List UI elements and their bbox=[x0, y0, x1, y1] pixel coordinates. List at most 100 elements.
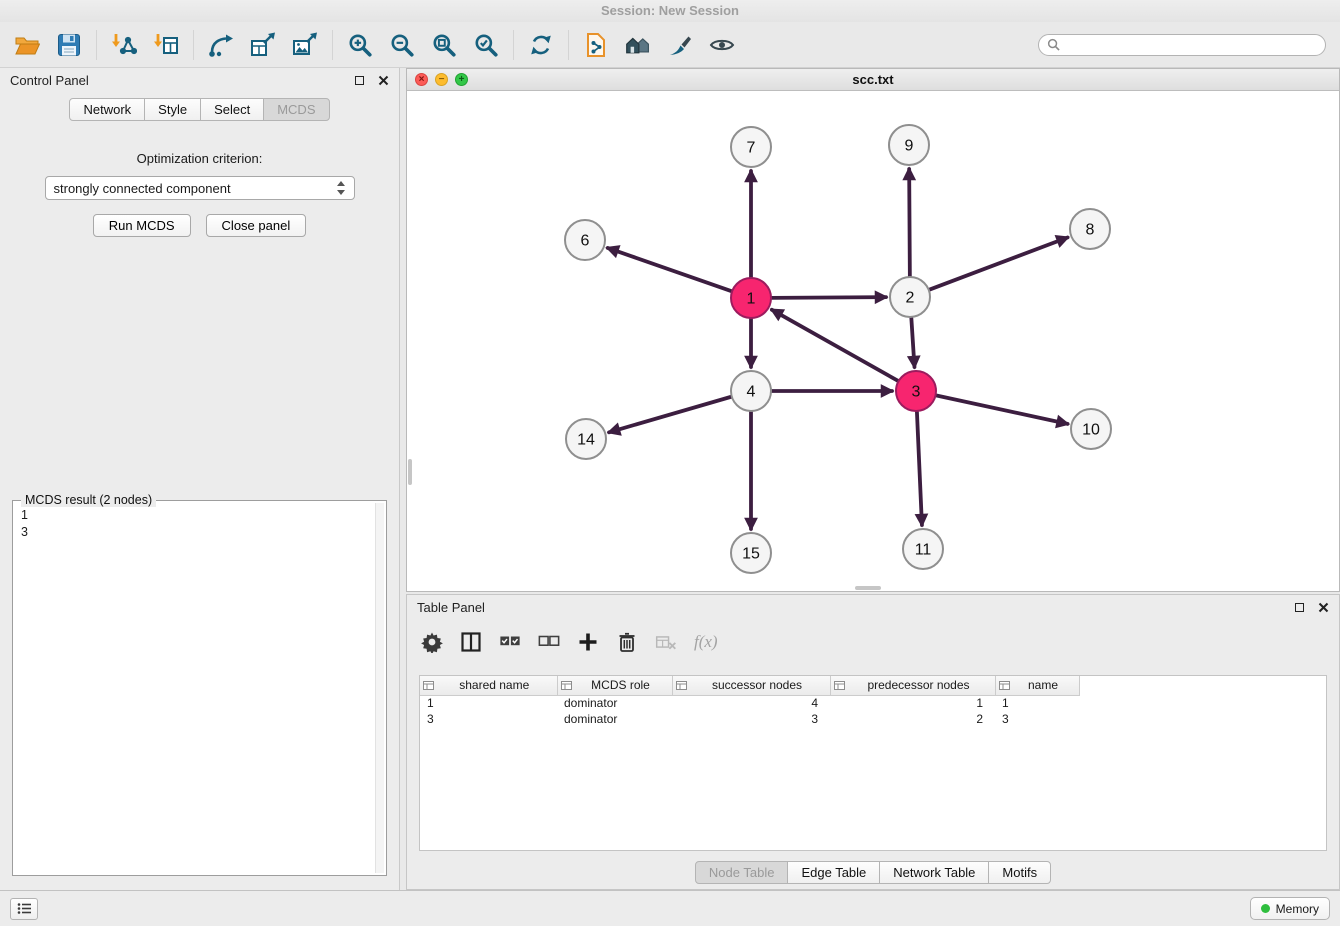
task-history-button[interactable] bbox=[10, 898, 38, 920]
minimize-window-icon[interactable]: − bbox=[435, 73, 448, 86]
tab-select[interactable]: Select bbox=[200, 98, 264, 121]
graph-edge-3-11[interactable] bbox=[917, 412, 922, 525]
eye-icon[interactable] bbox=[709, 32, 735, 58]
column-type-icon bbox=[561, 680, 572, 691]
graph-edge-3-10[interactable] bbox=[937, 395, 1068, 423]
graph-node-8[interactable]: 8 bbox=[1070, 209, 1110, 249]
control-panel-title: Control Panel bbox=[10, 73, 89, 88]
home-icon[interactable] bbox=[625, 32, 651, 58]
float-panel-icon[interactable] bbox=[1295, 603, 1304, 612]
tab-network-table[interactable]: Network Table bbox=[879, 861, 989, 884]
cell-MCDS-role[interactable]: dominator bbox=[557, 711, 672, 727]
column-header-successor-nodes[interactable]: successor nodes bbox=[672, 676, 830, 695]
show-columns-icon[interactable] bbox=[460, 631, 482, 653]
tab-edge-table[interactable]: Edge Table bbox=[787, 861, 880, 884]
tab-mcds[interactable]: MCDS bbox=[263, 98, 329, 121]
save-session-icon[interactable] bbox=[56, 32, 82, 58]
mcds-result-scrollbar[interactable] bbox=[375, 503, 384, 873]
graph-node-3[interactable]: 3 bbox=[896, 371, 936, 411]
mcds-result-title: MCDS result (2 nodes) bbox=[21, 493, 156, 507]
import-network-icon[interactable] bbox=[111, 32, 137, 58]
zoom-in-icon[interactable] bbox=[347, 32, 373, 58]
table-settings-gear-icon[interactable] bbox=[421, 631, 443, 653]
graph-node-10[interactable]: 10 bbox=[1071, 409, 1111, 449]
column-type-icon bbox=[676, 680, 687, 691]
vertical-scrollbar-thumb[interactable] bbox=[408, 459, 412, 485]
export-network-icon[interactable] bbox=[208, 32, 234, 58]
network-document-icon[interactable] bbox=[583, 32, 609, 58]
graph-edge-2-8[interactable] bbox=[930, 237, 1068, 289]
close-panel-icon[interactable] bbox=[378, 75, 389, 86]
tab-node-table[interactable]: Node Table bbox=[695, 861, 789, 884]
column-header-name[interactable]: name bbox=[995, 676, 1079, 695]
close-panel-icon[interactable] bbox=[1318, 602, 1329, 613]
table-row[interactable]: 3dominator323 bbox=[420, 711, 1079, 727]
network-graph[interactable]: 7 9 6 8 1 2 4 3 14 10 15 11 bbox=[407, 91, 1339, 591]
graph-edge-4-14[interactable] bbox=[609, 397, 731, 432]
table-panel-header: Table Panel bbox=[407, 595, 1339, 619]
tab-network[interactable]: Network bbox=[69, 98, 145, 121]
column-type-icon bbox=[423, 680, 434, 691]
graph-node-6[interactable]: 6 bbox=[565, 220, 605, 260]
zoom-fit-icon[interactable] bbox=[431, 32, 457, 58]
delete-column-trash-icon[interactable] bbox=[616, 631, 638, 653]
horizontal-scrollbar-thumb[interactable] bbox=[855, 586, 881, 590]
float-panel-icon[interactable] bbox=[355, 76, 364, 85]
cell-MCDS-role[interactable]: dominator bbox=[557, 695, 672, 711]
zoom-window-icon[interactable]: + bbox=[455, 73, 468, 86]
cell-successor-nodes[interactable]: 3 bbox=[672, 711, 830, 727]
column-header-MCDS-role[interactable]: MCDS role bbox=[557, 676, 672, 695]
close-window-icon[interactable]: × bbox=[415, 73, 428, 86]
graph-node-label: 15 bbox=[742, 546, 760, 563]
search-field[interactable] bbox=[1038, 34, 1326, 56]
close-panel-button[interactable]: Close panel bbox=[206, 214, 307, 237]
apply-layout-icon[interactable] bbox=[528, 32, 554, 58]
graph-node-label: 3 bbox=[912, 384, 921, 401]
graph-edge-2-9[interactable] bbox=[909, 169, 910, 276]
column-header-shared-name[interactable]: shared name bbox=[420, 676, 557, 695]
graph-edge-2-3[interactable] bbox=[911, 318, 914, 367]
graph-node-15[interactable]: 15 bbox=[731, 533, 771, 573]
deselect-all-columns-icon[interactable] bbox=[538, 631, 560, 653]
search-input[interactable] bbox=[1065, 38, 1317, 52]
graph-edge-1-6[interactable] bbox=[608, 248, 732, 291]
graph-node-9[interactable]: 9 bbox=[889, 125, 929, 165]
run-mcds-button[interactable]: Run MCDS bbox=[93, 214, 191, 237]
cell-predecessor-nodes[interactable]: 2 bbox=[830, 711, 995, 727]
graph-node-14[interactable]: 14 bbox=[566, 419, 606, 459]
graph-node-1[interactable]: 1 bbox=[731, 278, 771, 318]
create-column-icon[interactable] bbox=[577, 631, 599, 653]
graph-node-11[interactable]: 11 bbox=[903, 529, 943, 569]
mcds-result-line: 3 bbox=[21, 524, 378, 541]
zoom-selected-icon[interactable] bbox=[473, 32, 499, 58]
graph-node-7[interactable]: 7 bbox=[731, 127, 771, 167]
tab-style[interactable]: Style bbox=[144, 98, 201, 121]
delete-table-icon-disabled bbox=[655, 631, 677, 653]
column-header-predecessor-nodes[interactable]: predecessor nodes bbox=[830, 676, 995, 695]
cell-name[interactable]: 1 bbox=[995, 695, 1079, 711]
cell-successor-nodes[interactable]: 4 bbox=[672, 695, 830, 711]
list-icon bbox=[17, 902, 32, 915]
graph-edge-1-2[interactable] bbox=[772, 297, 886, 298]
export-table-icon[interactable] bbox=[250, 32, 276, 58]
criterion-select[interactable]: strongly connected component bbox=[45, 176, 355, 200]
open-session-icon[interactable] bbox=[14, 32, 40, 58]
cell-name[interactable]: 3 bbox=[995, 711, 1079, 727]
select-all-columns-icon[interactable] bbox=[499, 631, 521, 653]
node-table-container: shared nameMCDS rolesuccessor nodesprede… bbox=[419, 675, 1327, 851]
memory-button[interactable]: Memory bbox=[1250, 897, 1330, 920]
cell-shared-name[interactable]: 1 bbox=[420, 695, 557, 711]
network-canvas[interactable]: 7 9 6 8 1 2 4 3 14 10 15 11 bbox=[407, 91, 1339, 591]
cell-predecessor-nodes[interactable]: 1 bbox=[830, 695, 995, 711]
export-image-icon[interactable] bbox=[292, 32, 318, 58]
zoom-out-icon[interactable] bbox=[389, 32, 415, 58]
graph-node-2[interactable]: 2 bbox=[890, 277, 930, 317]
import-table-icon[interactable] bbox=[153, 32, 179, 58]
graph-edge-3-1[interactable] bbox=[772, 310, 898, 381]
cell-shared-name[interactable]: 3 bbox=[420, 711, 557, 727]
tab-motifs[interactable]: Motifs bbox=[988, 861, 1051, 884]
annotation-brush-icon[interactable] bbox=[667, 32, 693, 58]
toolbar-separator bbox=[568, 30, 569, 60]
graph-node-4[interactable]: 4 bbox=[731, 371, 771, 411]
table-row[interactable]: 1dominator411 bbox=[420, 695, 1079, 711]
